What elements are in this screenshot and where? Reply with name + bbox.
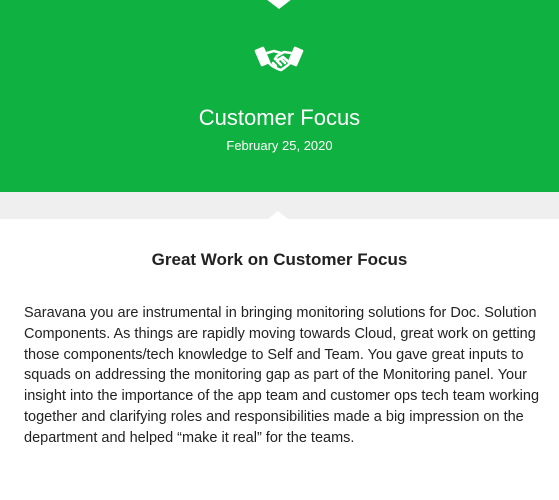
handshake-icon [254,46,304,72]
header-notch [266,0,292,9]
recognition-date: February 25, 2020 [226,138,333,153]
card-notch [268,211,288,219]
recognition-message-body: Saravana you are instrumental in bringin… [24,305,540,446]
recognition-category-title: Customer Focus [198,105,361,130]
recognition-message-title: Great Work on Customer Focus [151,250,408,269]
recognition-header: Customer Focus February 25, 2020 [0,0,559,192]
